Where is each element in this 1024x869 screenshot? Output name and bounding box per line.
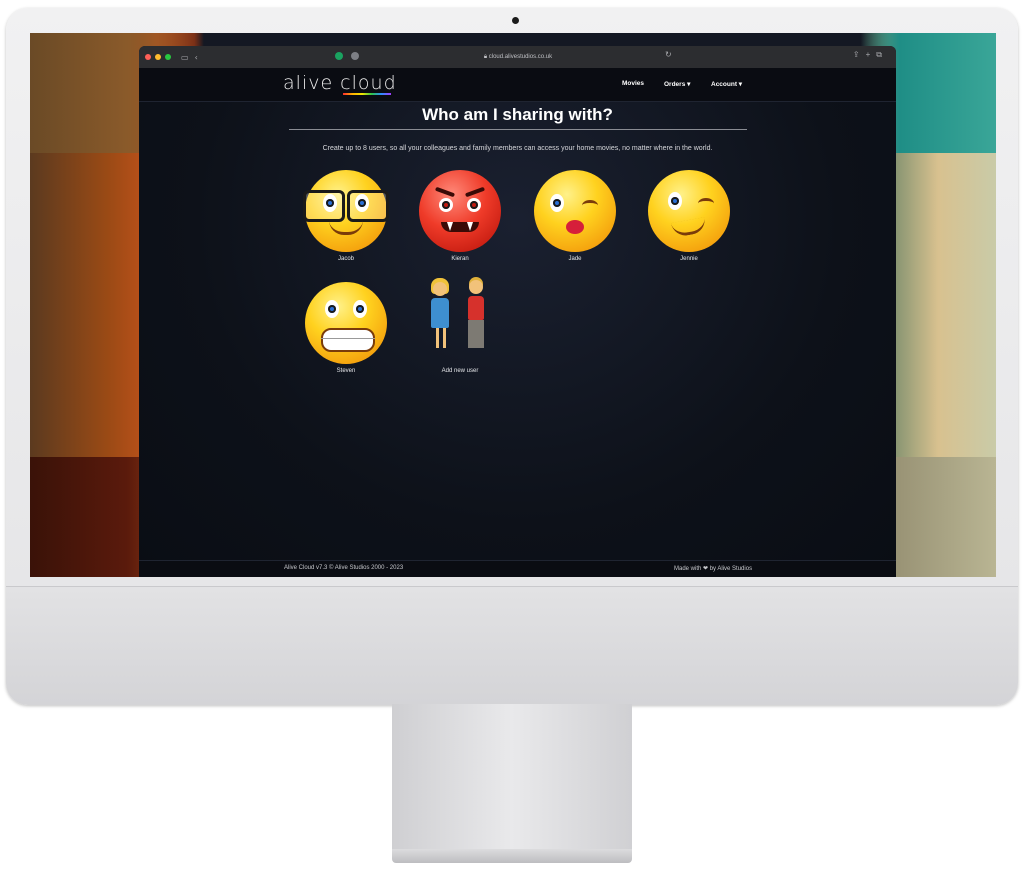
nav-account[interactable]: Account ▾ [711, 80, 742, 88]
add-new-user-button[interactable]: Add new user [410, 278, 510, 374]
title-divider [289, 129, 747, 130]
site-content: alive cloud Movies Orders ▾ Account ▾ Wh… [139, 68, 896, 577]
add-user-label: Add new user [441, 368, 479, 374]
share-icon[interactable]: ⇪ [853, 50, 866, 59]
shield-icon[interactable] [351, 52, 359, 60]
nav-orders[interactable]: Orders ▾ [664, 80, 690, 88]
user-card-jade[interactable]: Jade [525, 170, 625, 262]
monitor-stand [392, 704, 632, 849]
footer-credit: Made with ❤ by Alive Studios [674, 566, 753, 572]
devil-face-icon [419, 170, 501, 252]
kiss-face-icon [534, 170, 616, 252]
nerd-face-icon [303, 170, 389, 252]
user-card-kieran[interactable]: Kieran [410, 170, 510, 262]
monitor-stand-foot [392, 849, 632, 863]
minimize-window-button[interactable] [155, 54, 161, 60]
wink-face-icon [648, 170, 730, 252]
reload-icon[interactable]: ↻ [665, 50, 672, 59]
site-logo[interactable]: alive cloud [283, 72, 397, 94]
user-name: Jade [568, 256, 582, 262]
user-name: Steven [336, 368, 356, 374]
user-card-jacob[interactable]: Jacob [296, 170, 396, 262]
grimace-face-icon [305, 282, 387, 364]
camera [512, 17, 519, 24]
footer-copyright: Alive Cloud v7.3 © Alive Studios 2000 - … [284, 565, 404, 571]
sidebar-icon[interactable]: ▭ [181, 53, 189, 62]
page-title: Who am I sharing with? [422, 105, 613, 124]
back-icon[interactable]: ‹ [195, 53, 198, 62]
page-subtitle: Create up to 8 users, so all your collea… [322, 145, 713, 152]
screen: ▭ ‹ 🔒︎ cloud.alivestudios.co.uk ↻ ⇪+⧉ al… [30, 33, 996, 577]
site-nav: alive cloud Movies Orders ▾ Account ▾ [139, 68, 896, 102]
imac-monitor: ▭ ‹ 🔒︎ cloud.alivestudios.co.uk ↻ ⇪+⧉ al… [6, 8, 1018, 705]
user-name: Jennie [680, 256, 698, 262]
browser-toolbar: ▭ ‹ 🔒︎ cloud.alivestudios.co.uk ↻ ⇪+⧉ [139, 46, 896, 68]
zoom-window-button[interactable] [165, 54, 171, 60]
tabs-icon[interactable]: ⧉ [876, 50, 888, 59]
extension-icon[interactable] [335, 52, 343, 60]
user-name: Kieran [451, 256, 469, 262]
site-footer: Alive Cloud v7.3 © Alive Studios 2000 - … [139, 560, 896, 577]
url-text: cloud.alivestudios.co.uk [488, 54, 553, 60]
monitor-chin [6, 586, 1018, 705]
toolbar-actions[interactable]: ⇪+⧉ [853, 50, 888, 60]
browser-window: ▭ ‹ 🔒︎ cloud.alivestudios.co.uk ↻ ⇪+⧉ al… [139, 46, 896, 577]
new-tab-icon[interactable]: + [866, 50, 877, 59]
nav-movies[interactable]: Movies [622, 80, 644, 87]
user-card-jennie[interactable]: Jennie [639, 170, 739, 262]
address-bar[interactable]: 🔒︎ cloud.alivestudios.co.uk [453, 51, 583, 63]
couple-icon [419, 278, 501, 364]
user-card-steven[interactable]: Steven [296, 282, 396, 374]
close-window-button[interactable] [145, 54, 151, 60]
logo-rainbow-bar [343, 93, 391, 95]
user-name: Jacob [337, 256, 354, 262]
